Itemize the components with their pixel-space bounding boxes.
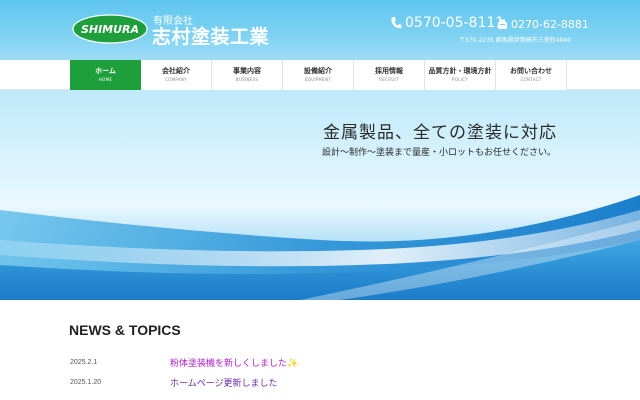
nav-label: 品質方針・環境方針 [428, 66, 492, 75]
nav-item-equipment[interactable]: 設備紹介 EQUIPMENT [283, 60, 354, 90]
nav-sublabel: EQUIPMENT [304, 77, 332, 83]
news-date: 2025.2.1 [70, 359, 98, 366]
nav-item-contact[interactable]: お問い合わせ CONTACT [496, 60, 567, 90]
page: SHIMURA 有限会社 志村塗装工業 0570-05-8111 0270-62… [0, 0, 640, 400]
fax-icon [498, 19, 507, 29]
news-title-link[interactable]: 粉体塗装機を新しくしました✨ [170, 356, 298, 369]
nav-label: ホーム [95, 66, 116, 75]
fax-text: 0270-62-8881 [511, 18, 589, 31]
news-date: 2025.1.20 [70, 379, 102, 386]
nav-item-policy[interactable]: 品質方針・環境方針 POLICY [425, 60, 496, 90]
company-logo[interactable]: SHIMURA [72, 14, 148, 44]
fax-number: 0270-62-8881 [497, 18, 589, 31]
nav-sublabel: CONTACT [520, 77, 542, 83]
nav-sublabel: COMPANY [165, 77, 187, 83]
nav-label: お問い合わせ [510, 66, 552, 75]
news-title-link[interactable]: ホームページ更新しました [170, 376, 278, 389]
nav-sublabel: RECRUIT [379, 77, 399, 83]
nav-sublabel: POLICY [452, 77, 468, 83]
hero-title: 金属製品、全ての塗装に対応 [323, 123, 557, 143]
nav-label: 会社紹介 [162, 66, 190, 75]
news-item[interactable]: 2025.2.1 粉体塗装機を新しくしました✨ [70, 356, 298, 369]
logo-text: SHIMURA [81, 23, 139, 36]
nav-sublabel: BUSINESS [235, 77, 259, 83]
nav-sublabel: HOME [98, 77, 113, 83]
address: 〒379-2235 群馬県伊勢崎市三室町4040 [459, 37, 572, 44]
nav-item-home[interactable]: ホーム HOME [70, 60, 141, 90]
hero-banner: 金属製品、全ての塗装に対応 設計～制作～塗装まで量産・小ロットもお任せください。 [0, 90, 640, 300]
phone-number[interactable]: 0570-05-8111 [390, 15, 504, 31]
nav-label: 採用情報 [375, 66, 403, 75]
nav-item-company[interactable]: 会社紹介 COMPANY [141, 60, 212, 90]
main-nav: ホーム HOME 会社紹介 COMPANY 事業内容 BUSINESS 設備紹介 EQUIPM… [0, 60, 640, 90]
phone-icon [391, 17, 402, 29]
phone-text: 0570-05-8111 [405, 15, 505, 31]
nav-item-business[interactable]: 事業内容 BUSINESS [212, 60, 283, 90]
nav-list: ホーム HOME 会社紹介 COMPANY 事業内容 BUSINESS 設備紹介 EQUIPM… [70, 60, 567, 90]
hero-subtitle: 設計～制作～塗装まで量産・小ロットもお任せください。 [322, 148, 557, 158]
nav-item-recruit[interactable]: 採用情報 RECRUIT [354, 60, 425, 90]
site-header: SHIMURA 有限会社 志村塗装工業 0570-05-8111 0270-62… [0, 0, 640, 60]
news-heading: NEWS & TOPICS [69, 322, 181, 338]
company-name[interactable]: 志村塗装工業 [152, 22, 269, 49]
nav-label: 設備紹介 [304, 66, 332, 75]
nav-label: 事業内容 [233, 66, 261, 75]
news-item[interactable]: 2025.1.20 ホームページ更新しました [70, 376, 278, 389]
